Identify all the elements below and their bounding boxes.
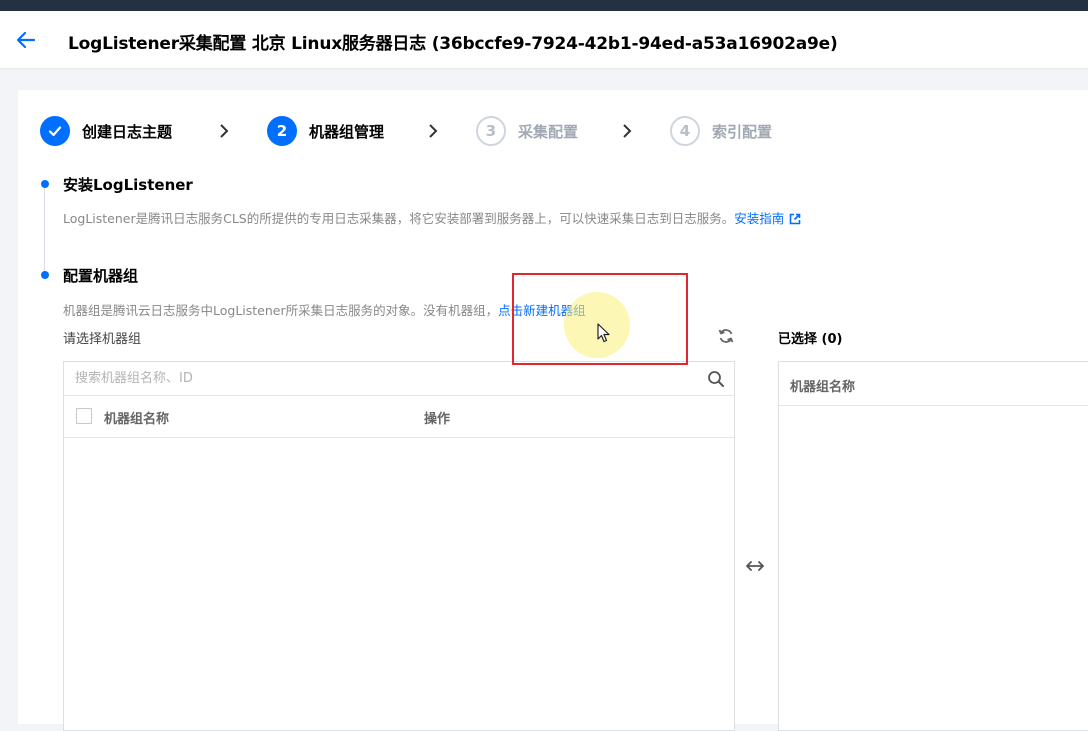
page-header: LogListener采集配置 北京 Linux服务器日志 (36bccfe9-…	[0, 11, 1088, 68]
selected-count-label: 已选择 (0)	[778, 332, 843, 347]
step-machine-group[interactable]: 2 机器组管理	[267, 114, 384, 148]
step-label: 索引配置	[712, 122, 773, 141]
top-window-strip	[0, 0, 1088, 11]
check-icon	[40, 116, 70, 146]
step-create-topic[interactable]: 创建日志主题	[40, 114, 172, 148]
install-section-desc: LogListener是腾讯日志服务CLS的所提供的专用日志采集器，将它安装部署…	[63, 208, 801, 227]
step-label: 采集配置	[518, 122, 579, 141]
page-title: LogListener采集配置 北京 Linux服务器日志 (36bccfe9-…	[68, 34, 838, 54]
step-label: 创建日志主题	[82, 122, 173, 141]
machine-group-desc: 机器组是腾讯云日志服务中LogListener所采集日志服务的对象。没有机器组，…	[63, 300, 586, 319]
arrow-left-icon[interactable]	[14, 28, 38, 52]
step-collect-config[interactable]: 3 采集配置	[476, 114, 578, 148]
column-header-name: 机器组名称	[790, 380, 856, 395]
table-header: 机器组名称	[779, 362, 1088, 406]
timeline-line	[44, 184, 45, 276]
selected-machine-groups-panel: 机器组名称	[778, 361, 1088, 731]
chevron-right-icon	[429, 124, 438, 138]
external-link-icon	[789, 213, 801, 225]
column-header-action: 操作	[424, 412, 451, 427]
machine-group-desc-text: 机器组是腾讯云日志服务中LogListener所采集日志服务的对象。没有机器组，	[63, 303, 499, 318]
install-guide-label: 安装指南	[734, 211, 785, 226]
chevron-right-icon	[220, 124, 229, 138]
create-machine-group-link[interactable]: 点击新建机器组	[498, 303, 586, 318]
available-machine-groups-panel: 机器组名称 操作	[63, 361, 735, 731]
config-card: 创建日志主题 2 机器组管理 3 采集配置 4 索引配置 安装LogListen…	[18, 90, 1088, 731]
install-guide-link[interactable]: 安装指南	[734, 211, 801, 226]
select-machine-group-label: 请选择机器组	[63, 332, 142, 347]
transfer-arrows-icon	[746, 561, 764, 571]
step-indicator: 创建日志主题 2 机器组管理 3 采集配置 4 索引配置	[40, 114, 840, 148]
search-input[interactable]	[64, 362, 734, 396]
timeline-dot	[41, 180, 49, 188]
refresh-icon[interactable]	[717, 327, 735, 345]
timeline-dot	[41, 271, 49, 279]
chevron-right-icon	[623, 124, 632, 138]
install-desc-text: LogListener是腾讯日志服务CLS的所提供的专用日志采集器，将它安装部署…	[63, 211, 735, 226]
install-section-title: 安装LogListener	[63, 176, 193, 194]
step-number: 3	[476, 116, 506, 146]
select-all-checkbox[interactable]	[76, 408, 92, 424]
step-number: 2	[267, 116, 297, 146]
column-header-name: 机器组名称	[104, 412, 170, 427]
machine-group-section-title: 配置机器组	[63, 267, 139, 285]
step-label: 机器组管理	[309, 122, 385, 141]
search-icon[interactable]	[707, 370, 725, 388]
table-header: 机器组名称 操作	[64, 396, 734, 438]
step-number: 4	[670, 116, 700, 146]
step-index-config[interactable]: 4 索引配置	[670, 114, 772, 148]
